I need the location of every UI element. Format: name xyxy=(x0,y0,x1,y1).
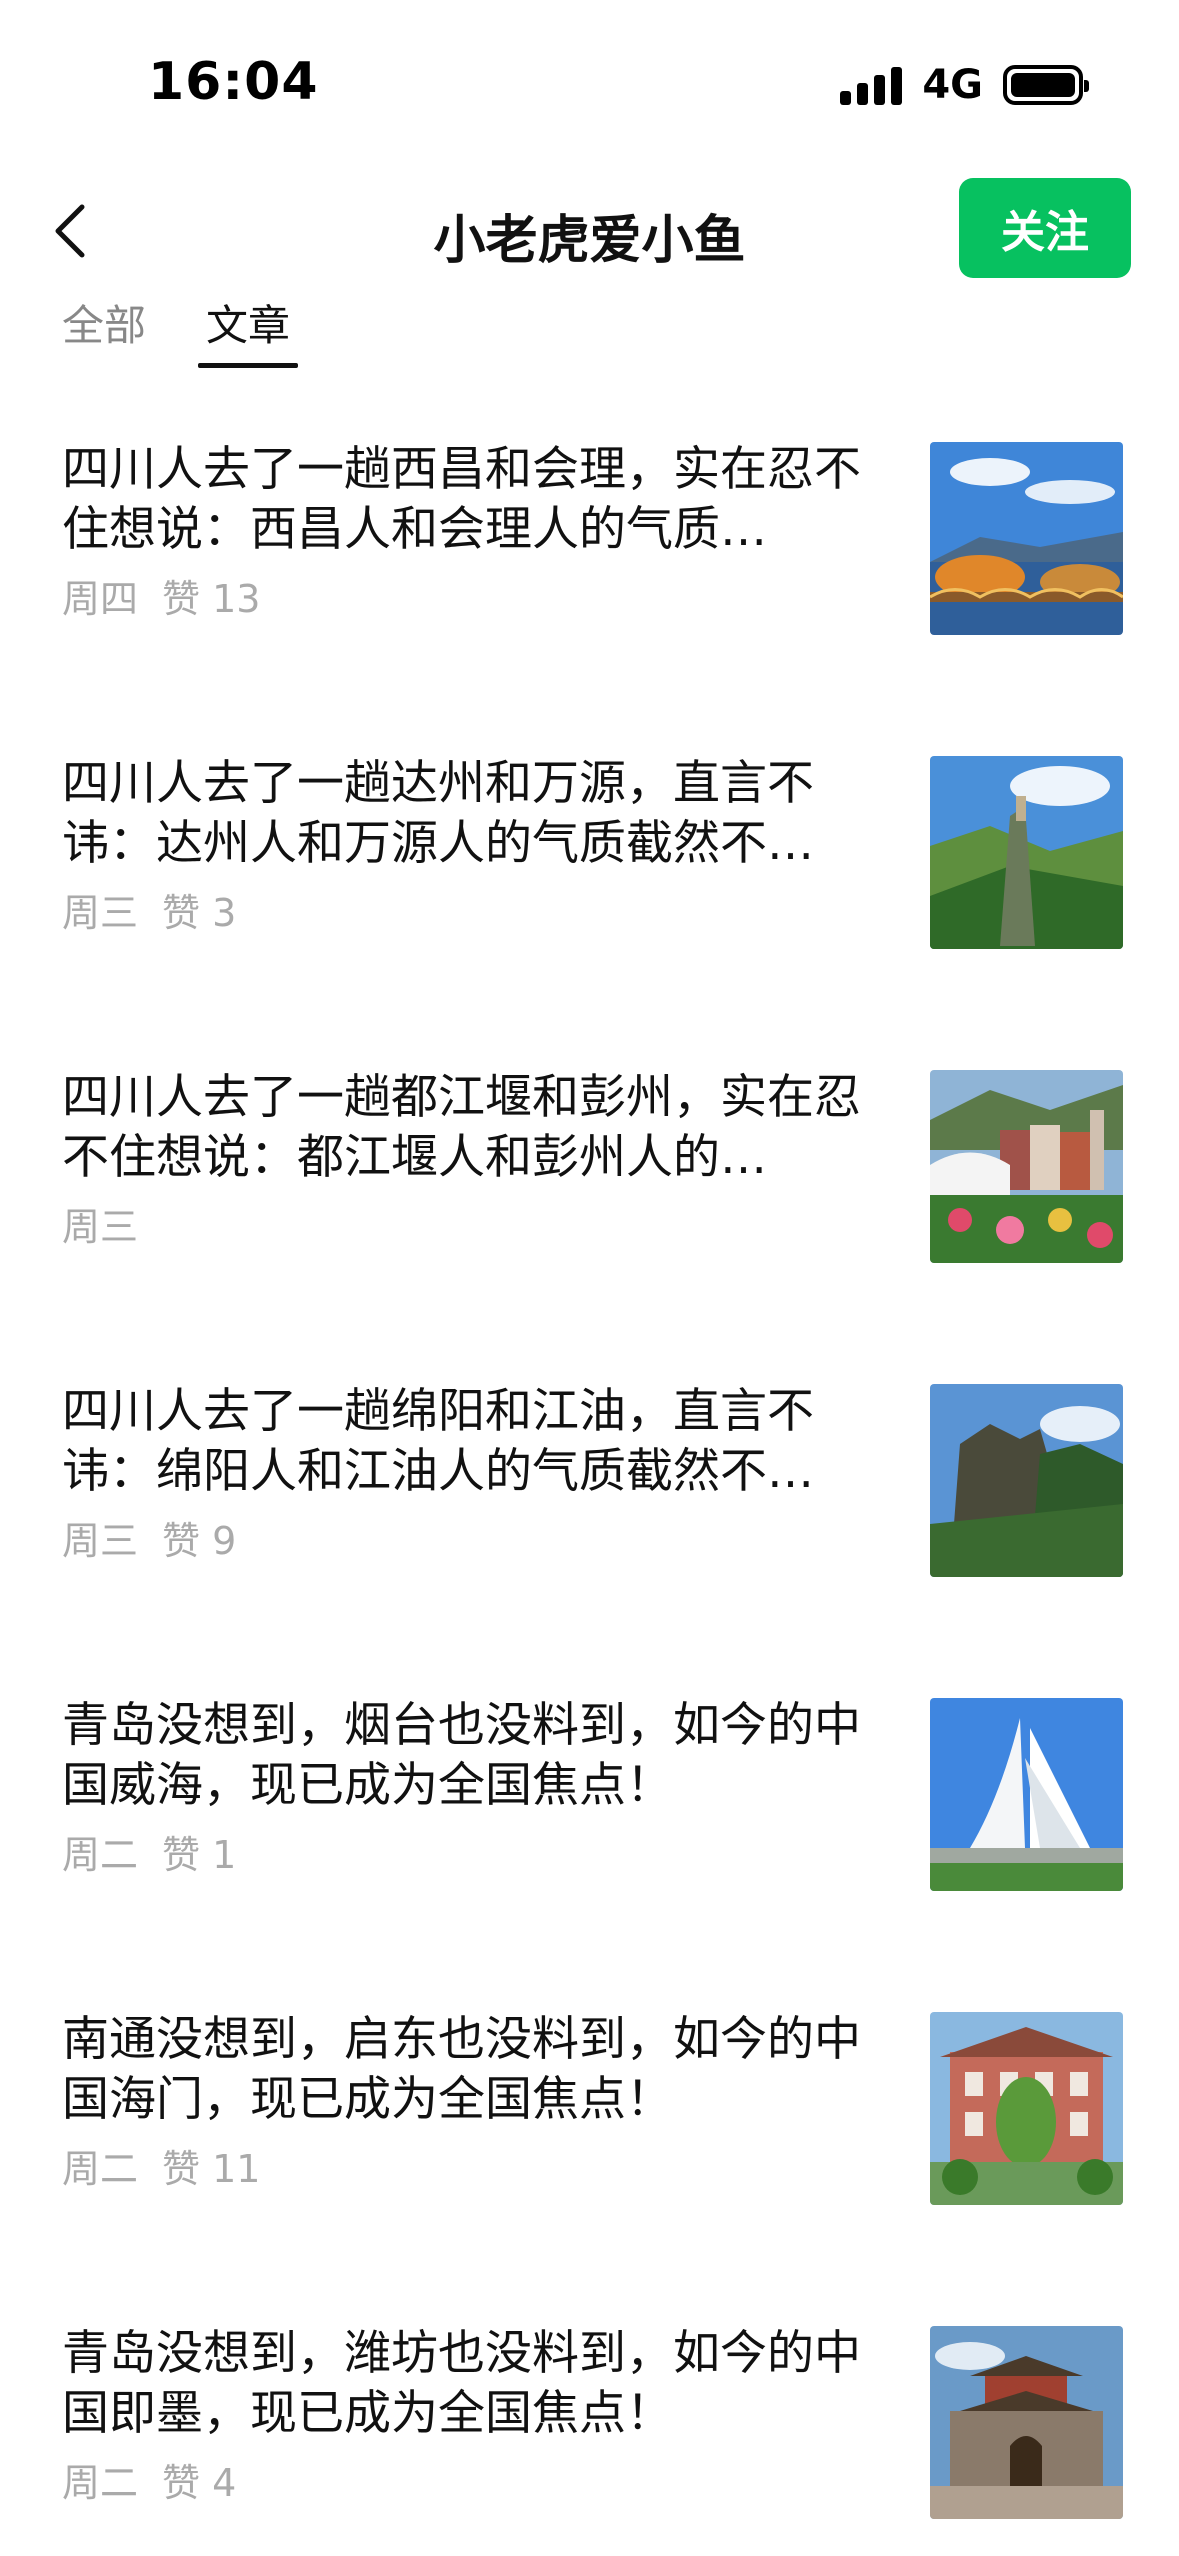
article-item[interactable]: 四川人去了一趟达州和万源，直言不讳：达州人和万源人的气质截然不… 周三 赞 3 xyxy=(0,734,1179,1048)
article-title: 南通没想到，启东也没料到，如今的中国海门，现已成为全国焦点！ xyxy=(62,2012,861,2127)
article-text: 四川人去了一趟都江堰和彭州，实在忍不住想说：都江堰人和彭州人的… 周三 xyxy=(62,1068,877,1251)
article-title: 四川人去了一趟绵阳和江油，直言不讳：绵阳人和江油人的气质截然不… xyxy=(62,1384,814,1499)
tab-all[interactable]: 全部 xyxy=(62,288,146,368)
article-meta: 周三 赞 9 xyxy=(62,1510,877,1565)
article-text: 四川人去了一趟达州和万源，直言不讳：达州人和万源人的气质截然不… 周三 赞 3 xyxy=(62,754,877,937)
status-icons: 4G xyxy=(840,60,1089,110)
article-meta: 周二 赞 4 xyxy=(62,2452,877,2507)
article-likes: 赞 1 xyxy=(162,1833,237,1877)
article-item[interactable]: 青岛没想到，潍坊也没料到，如今的中国即墨，现已成为全国焦点！ 周二 赞 4 xyxy=(0,2304,1179,2556)
article-item[interactable]: 青岛没想到，烟台也没料到，如今的中国威海，现已成为全国焦点！ 周二 赞 1 xyxy=(0,1676,1179,1990)
signal-icon xyxy=(840,65,903,105)
town-flowers-image[interactable] xyxy=(930,1070,1123,1263)
mountain-valley-image[interactable] xyxy=(930,756,1123,949)
article-title: 四川人去了一趟西昌和会理，实在忍不住想说：西昌人和会理人的气质… xyxy=(62,442,861,557)
article-day: 周四 xyxy=(62,577,139,621)
article-text: 四川人去了一趟绵阳和江油，直言不讳：绵阳人和江油人的气质截然不… 周三 赞 9 xyxy=(62,1382,877,1565)
article-day: 周三 xyxy=(62,891,139,935)
battery-icon xyxy=(1003,65,1089,105)
article-day: 周二 xyxy=(62,2147,139,2191)
article-likes: 赞 11 xyxy=(162,2147,261,2191)
article-text: 四川人去了一趟西昌和会理，实在忍不住想说：西昌人和会理人的气质… 周四 赞 13 xyxy=(62,440,877,623)
article-list: 四川人去了一趟西昌和会理，实在忍不住想说：西昌人和会理人的气质… 周四 赞 13… xyxy=(0,420,1179,2556)
tab-bar: 全部 文章 xyxy=(62,288,299,368)
rock-peak-image[interactable] xyxy=(930,1384,1123,1577)
article-meta: 周二 赞 11 xyxy=(62,2138,877,2193)
article-title: 四川人去了一趟都江堰和彭州，实在忍不住想说：都江堰人和彭州人的… xyxy=(62,1070,861,1185)
article-text: 青岛没想到，潍坊也没料到，如今的中国即墨，现已成为全国焦点！ 周二 赞 4 xyxy=(62,2324,877,2507)
article-item[interactable]: 南通没想到，启东也没料到，如今的中国海门，现已成为全国焦点！ 周二 赞 11 xyxy=(0,1990,1179,2304)
article-item[interactable]: 四川人去了一趟绵阳和江油，直言不讳：绵阳人和江油人的气质截然不… 周三 赞 9 xyxy=(0,1362,1179,1676)
article-text: 南通没想到，启东也没料到，如今的中国海门，现已成为全国焦点！ 周二 赞 11 xyxy=(62,2010,877,2193)
article-day: 周二 xyxy=(62,1833,139,1877)
article-likes: 赞 13 xyxy=(162,577,261,621)
article-item[interactable]: 四川人去了一趟西昌和会理，实在忍不住想说：西昌人和会理人的气质… 周四 赞 13 xyxy=(0,420,1179,734)
article-likes: 赞 3 xyxy=(162,891,237,935)
article-meta: 周三 赞 3 xyxy=(62,882,877,937)
historic-building-image[interactable] xyxy=(930,2012,1123,2205)
article-meta: 周四 赞 13 xyxy=(62,568,877,623)
article-title: 四川人去了一趟达州和万源，直言不讳：达州人和万源人的气质截然不… xyxy=(62,756,814,871)
header: 小老虎爱小鱼 关注 xyxy=(0,170,1179,290)
article-day: 周二 xyxy=(62,2461,139,2505)
article-meta: 周二 赞 1 xyxy=(62,1824,877,1879)
article-day: 周三 xyxy=(62,1205,139,1249)
article-likes: 赞 4 xyxy=(162,2461,237,2505)
article-title: 青岛没想到，潍坊也没料到，如今的中国即墨，现已成为全国焦点！ xyxy=(62,2326,861,2441)
network-type: 4G xyxy=(922,62,983,108)
status-bar: 16:04 4G xyxy=(0,0,1179,150)
article-day: 周三 xyxy=(62,1519,139,1563)
city-gate-image[interactable] xyxy=(930,2326,1123,2519)
article-likes: 赞 9 xyxy=(162,1519,237,1563)
tab-articles[interactable]: 文章 xyxy=(198,288,299,368)
article-text: 青岛没想到，烟台也没料到，如今的中国威海，现已成为全国焦点！ 周二 赞 1 xyxy=(62,1696,877,1879)
sail-sculpture-image[interactable] xyxy=(930,1698,1123,1891)
follow-button[interactable]: 关注 xyxy=(959,178,1131,278)
article-item[interactable]: 四川人去了一趟都江堰和彭州，实在忍不住想说：都江堰人和彭州人的… 周三 xyxy=(0,1048,1179,1362)
status-time: 16:04 xyxy=(148,52,319,112)
lake-bridge-image[interactable] xyxy=(930,442,1123,635)
article-title: 青岛没想到，烟台也没料到，如今的中国威海，现已成为全国焦点！ xyxy=(62,1698,861,1813)
article-meta: 周三 xyxy=(62,1196,877,1251)
